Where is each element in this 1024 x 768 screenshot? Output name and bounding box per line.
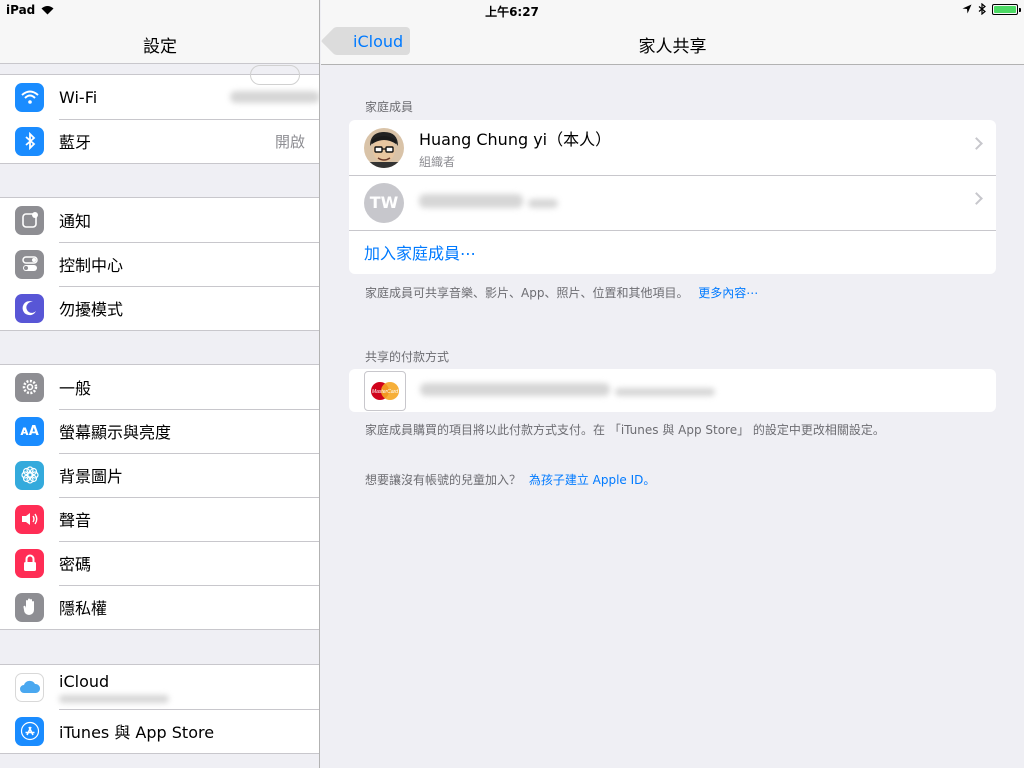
icloud-account-blurred [59, 694, 169, 703]
settings-sidebar: 設定 Wi-Fi 藍牙 開啟 通知 控制中心 勿擾模式 一般 ᴀA 螢幕顯示與亮… [0, 0, 320, 768]
settings-group-connectivity: Wi-Fi 藍牙 開啟 [0, 65, 319, 164]
member-row-second[interactable]: TW [349, 175, 996, 230]
wifi-network-name-blurred [230, 91, 319, 103]
sidebar-item-control-center[interactable]: 控制中心 [0, 242, 319, 286]
sidebar-item-privacy[interactable]: 隱私權 [0, 585, 319, 629]
settings-group-general: 一般 ᴀA 螢幕顯示與亮度 背景圖片 聲音 密碼 隱私權 [0, 364, 319, 630]
mastercard-logo: MasterCard [371, 381, 399, 400]
sidebar-item-general[interactable]: 一般 [0, 365, 319, 409]
sidebar-item-notifications[interactable]: 通知 [0, 198, 319, 242]
member-role: 組織者 [419, 154, 456, 169]
battery-fill [994, 5, 1016, 13]
sound-icon [15, 504, 44, 534]
sidebar-item-itunes-app-store[interactable]: iTunes 與 App Store [0, 709, 319, 753]
child-prompt-text: 想要讓沒有帳號的兒童加入？ [365, 473, 522, 487]
gear-icon [15, 372, 44, 402]
chevron-right-icon [970, 137, 983, 150]
members-section-header: 家庭成員 [365, 100, 414, 114]
avatar-initials: TW [364, 182, 404, 223]
settings-group-accounts: iCloud iTunes 與 App Store [0, 664, 319, 754]
members-footer-text: 家庭成員可共享音樂、影片、App、照片、位置和其他項目。 [365, 286, 689, 300]
member-name: Huang Chung yi（本人） [419, 129, 612, 149]
payment-footer: 家庭成員購買的項目將以此付款方式支付。在 「iTunes 與 App Store… [365, 423, 885, 437]
family-sharing-panel: iCloud 家人共享 家庭成員 Huang Chung yi（本人） 組織者 … [321, 0, 1024, 768]
control-center-icon [15, 249, 44, 279]
status-right [962, 3, 1021, 15]
sidebar-item-label: 藍牙 [59, 133, 92, 152]
add-family-member-button[interactable]: 加入家庭成員⋯ [349, 230, 996, 274]
sidebar-item-wallpaper[interactable]: 背景圖片 [0, 453, 319, 497]
sidebar-item-bluetooth[interactable]: 藍牙 開啟 [0, 119, 319, 163]
sidebar-item-label: iTunes 與 App Store [59, 723, 215, 742]
battery-icon [992, 3, 1021, 15]
sidebar-item-sounds[interactable]: 聲音 [0, 497, 319, 541]
child-account-prompt: 想要讓沒有帳號的兒童加入？ 為孩子建立 Apple ID。 [365, 471, 655, 488]
card-expiry-blurred [615, 388, 716, 396]
sidebar-item-label: 控制中心 [59, 256, 124, 275]
status-time: 上午6:27 [485, 5, 539, 19]
sidebar-item-label: iCloud [59, 671, 110, 691]
bluetooth-icon [15, 126, 44, 156]
create-child-apple-id-link[interactable]: 為孩子建立 Apple ID。 [529, 473, 656, 487]
bluetooth-status: 開啟 [274, 132, 305, 151]
chevron-right-icon [970, 192, 983, 205]
family-members-card: Huang Chung yi（本人） 組織者 TW 加入家庭成員⋯ [349, 120, 996, 274]
member-role-blurred [528, 199, 559, 208]
display-icon: ᴀA [15, 416, 44, 446]
sidebar-item-do-not-disturb[interactable]: 勿擾模式 [0, 286, 319, 330]
sidebar-title: 設定 [143, 37, 177, 57]
sidebar-item-label: 隱私權 [59, 599, 108, 618]
sidebar-item-icloud[interactable]: iCloud [0, 665, 319, 709]
app-store-icon [15, 716, 44, 746]
sidebar-item-label: 聲音 [59, 511, 92, 530]
sidebar-item-display-brightness[interactable]: ᴀA 螢幕顯示與亮度 [0, 409, 319, 453]
payment-section-header: 共享的付款方式 [365, 350, 450, 364]
lock-icon [15, 548, 44, 578]
mastercard-logo-text: MasterCard [372, 389, 398, 395]
shared-payment-card: MasterCard [349, 369, 996, 412]
notifications-icon [15, 205, 44, 235]
settings-group-notifications: 通知 控制中心 勿擾模式 [0, 197, 319, 331]
sidebar-item-label: 密碼 [59, 555, 92, 574]
member-name-blurred [419, 194, 523, 208]
more-info-link[interactable]: 更多內容⋯ [698, 286, 758, 300]
bluetooth-status-icon [978, 3, 986, 15]
location-arrow-icon [962, 4, 972, 14]
sidebar-item-passcode[interactable]: 密碼 [0, 541, 319, 585]
icloud-icon [15, 672, 44, 702]
sidebar-item-label: 勿擾模式 [59, 300, 124, 319]
sidebar-item-label: 通知 [59, 212, 92, 231]
wallpaper-icon [15, 460, 44, 490]
page-title: 家人共享 [638, 37, 707, 57]
mastercard-icon: MasterCard [364, 370, 406, 411]
sidebar-item-label: 一般 [59, 379, 92, 398]
avatar [364, 127, 404, 168]
moon-icon [15, 293, 44, 323]
hand-icon [15, 592, 44, 622]
wifi-icon [15, 82, 44, 112]
status-bar: iPad 上午6:27 [0, 0, 1024, 20]
sidebar-item-label: 背景圖片 [59, 467, 124, 486]
payment-method-row[interactable]: MasterCard [349, 369, 996, 412]
card-number-blurred [420, 383, 610, 396]
members-footer: 家庭成員可共享音樂、影片、App、照片、位置和其他項目。 更多內容⋯ [365, 284, 758, 301]
sidebar-item-wifi[interactable]: Wi-Fi [0, 75, 319, 119]
sidebar-item-label: Wi-Fi [59, 87, 98, 107]
member-row-organizer[interactable]: Huang Chung yi（本人） 組織者 [349, 120, 996, 175]
sidebar-item-label: 螢幕顯示與亮度 [59, 423, 172, 442]
